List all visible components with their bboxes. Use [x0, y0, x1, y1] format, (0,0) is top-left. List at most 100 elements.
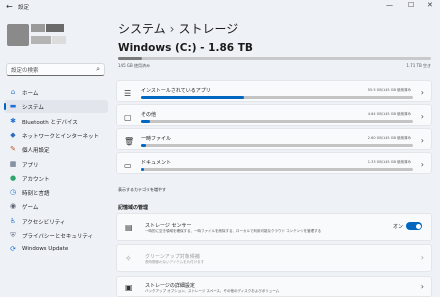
drive-icon: ▣: [125, 282, 133, 292]
show-more-categories-link[interactable]: 表示するカテゴリを増やす: [118, 187, 166, 193]
chevron-right-icon: ›: [420, 281, 424, 291]
category-label: 一時ファイル: [141, 136, 172, 142]
sidebar-item-label: ゲーム: [22, 205, 39, 212]
account-name-redacted: [31, 24, 45, 32]
folder-icon: ▢: [124, 113, 132, 122]
minimize-icon[interactable]: —: [386, 1, 393, 9]
setting-description: 一時的に空き領域を確保する、一時ファイルを削除する、ローカルで利用可能なクラウド…: [145, 229, 322, 233]
category-usage: 1.33 GB/145 GB 使用済み: [367, 160, 411, 164]
category-label: ドキュメント: [141, 160, 172, 166]
sidebar-item[interactable]: ◷ 時刻と言語: [4, 186, 108, 199]
storage-category-card[interactable]: 🗑 一時ファイル 2.60 GB/145 GB 使用済み ›: [116, 128, 432, 150]
category-usage: 55.5 GB/145 GB 使用済み: [367, 88, 411, 92]
sidebar-item-label: Bluetooth とデバイス: [22, 119, 78, 126]
account-email-redacted: [52, 36, 66, 44]
storage-setting-row[interactable]: ▣ ストレージの詳細設定 バックアップ オプション、ストレージ スペース、その他のデ…: [116, 276, 432, 297]
sidebar-item-label: Windows Update: [22, 246, 69, 253]
chevron-right-icon: ›: [420, 112, 424, 121]
sidebar-item[interactable]: ◆ ネットワークとインターネット: [4, 129, 108, 142]
breadcrumb: システム › ストレージ: [118, 20, 238, 37]
setting-description: 長時間使わないアイテムを片付けます: [145, 260, 205, 264]
sidebar-item-label: システム: [22, 105, 44, 112]
avatar[interactable]: [7, 24, 29, 46]
search-icon[interactable]: ⌕: [96, 65, 100, 74]
sidebar-item-label: アクセシビリティ: [22, 219, 66, 226]
main-content: システム › ストレージ Windows (C:) - 1.86 TB 145 GB…: [112, 14, 440, 297]
list-icon: ☰: [124, 89, 132, 98]
back-arrow-icon[interactable]: ←: [6, 2, 13, 11]
toggle-state-label: オン: [392, 224, 403, 230]
apps-icon: ▦: [9, 159, 17, 168]
search-field[interactable]: 設定の検索 ⌕: [6, 63, 105, 76]
bluetooth-icon: ✱: [10, 116, 16, 125]
category-label: インストールされているアプリ: [141, 88, 211, 94]
sidebar-item[interactable]: ▦ アプリ: [4, 158, 108, 171]
storage-setting-row: ✧ クリーンアップ対象候補 長時間使わないアイテムを片付けます ›: [116, 244, 432, 272]
sidebar-item[interactable]: ⛨ プライバシーとセキュリティ: [4, 229, 108, 242]
category-usage-fill: [141, 96, 245, 99]
chevron-right-icon: ›: [420, 160, 424, 169]
clock-icon: ◷: [9, 188, 17, 197]
category-usage-bar: [141, 168, 413, 171]
sidebar-item[interactable]: ⌂ ホーム: [4, 86, 108, 99]
sidebar-item[interactable]: ♿ アクセシビリティ: [4, 215, 108, 228]
free-space-text: 1.71 TB 空き: [406, 63, 431, 68]
active-indicator: [4, 103, 6, 111]
close-icon[interactable]: ✕: [427, 1, 433, 9]
broom-icon: ✧: [125, 254, 132, 263]
breadcrumb-parent[interactable]: システム: [118, 22, 166, 36]
setting-title: ストレージの詳細設定: [145, 282, 195, 289]
sidebar-item[interactable]: ● アカウント: [4, 172, 108, 185]
drive-usage-bar: [118, 57, 431, 60]
storage-sense-toggle[interactable]: [406, 222, 422, 230]
network-icon: ◆: [10, 130, 16, 139]
setting-description: バックアップ オプション、ストレージ スペース、その他のディスクおよびボリューム: [145, 288, 280, 293]
sidebar-item[interactable]: ✱ Bluetooth とデバイス: [4, 115, 108, 128]
app-title: 設定: [18, 5, 30, 11]
chevron-right-icon: ›: [420, 88, 424, 97]
category-usage: 4.64 GB/145 GB 使用済み: [367, 112, 411, 116]
sidebar-item-label: アカウント: [22, 176, 50, 183]
account-name-redacted: [46, 24, 64, 32]
page-title: ストレージ: [178, 22, 239, 36]
category-usage: 2.60 GB/145 GB 使用済み: [367, 136, 411, 140]
sidebar-item[interactable]: ✎ 個人用設定: [4, 143, 108, 156]
category-usage-fill: [141, 144, 146, 147]
sidebar-item-label: ホーム: [22, 91, 39, 97]
sidebar-item-label: 個人用設定: [22, 148, 50, 155]
sidebar-item[interactable]: ⟳ Windows Update: [4, 243, 108, 256]
storage-category-card[interactable]: ▢ その他 4.64 GB/145 GB 使用済み ›: [116, 104, 432, 126]
category-usage-bar: [141, 96, 413, 99]
storage-category-card[interactable]: ▭ ドキュメント 1.33 GB/145 GB 使用済み ›: [116, 152, 432, 174]
setting-title: クリーンアップ対象候補: [145, 254, 200, 260]
drive-title: Windows (C:) - 1.86 TB: [118, 42, 253, 54]
monitor-icon: ▬: [9, 102, 17, 111]
trash-icon: 🗑: [124, 137, 135, 146]
title-bar: ← 設定 — ☐ ✕: [0, 0, 440, 14]
sidebar-item-label: ネットワークとインターネット: [22, 133, 100, 140]
chevron-right-icon: ›: [420, 253, 424, 262]
update-icon: ⟳: [10, 245, 16, 254]
account-icon: ●: [9, 173, 17, 182]
breadcrumb-separator-icon: ›: [169, 22, 175, 36]
setting-title: ストレージ センサー: [145, 223, 192, 229]
sidebar-item-label: プライバシーとセキュリティ: [22, 234, 94, 240]
section-heading: 記憶域の管理: [118, 205, 149, 211]
home-icon: ⌂: [10, 88, 16, 96]
sidebar-item-label: アプリ: [22, 162, 39, 169]
category-usage-fill: [141, 120, 150, 123]
storage-category-card[interactable]: ☰ インストールされているアプリ 55.5 GB/145 GB 使用済み ›: [116, 80, 432, 102]
maximize-icon[interactable]: ☐: [408, 1, 414, 9]
chevron-right-icon: ›: [420, 136, 424, 145]
toggle-knob: [415, 223, 421, 229]
sidebar-item[interactable]: ◉ ゲーム: [4, 200, 108, 213]
document-icon: ▭: [124, 161, 132, 170]
brush-icon: ✎: [10, 145, 16, 154]
storage-sense-icon: ▤: [125, 223, 133, 232]
category-usage-fill: [141, 168, 145, 171]
storage-setting-row[interactable]: ▤ ストレージ センサー 一時的に空き領域を確保する、一時ファイルを削除する、ローカ…: [116, 213, 432, 241]
search-placeholder: 設定の検索: [11, 68, 39, 74]
sidebar: 設定の検索 ⌕ ⌂ ホーム ▬ システム ✱ Bluetooth とデバイス ◆ ネットワーク…: [0, 14, 112, 297]
sidebar-item[interactable]: ▬ システム: [4, 100, 108, 114]
drive-usage-fill: [118, 57, 143, 60]
